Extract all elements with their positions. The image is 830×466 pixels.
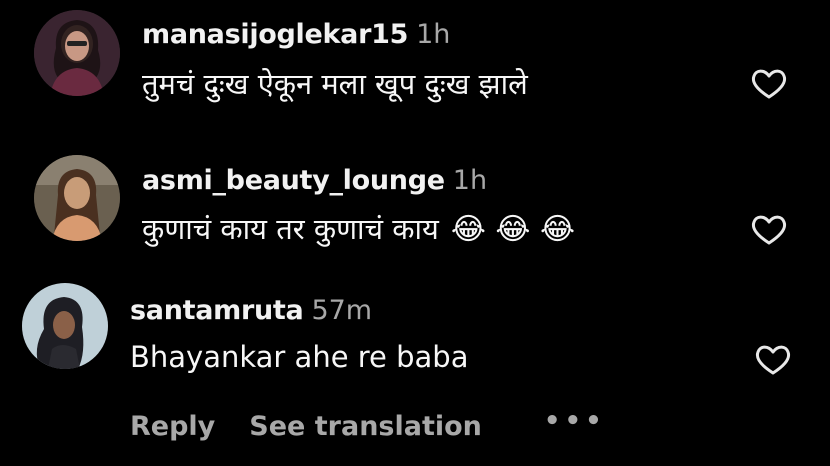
- comment-text-body: तुमचं दुःख ऐकून मला खूप दुःख झाले: [142, 67, 528, 101]
- comment-username[interactable]: santamruta: [130, 295, 304, 326]
- like-button[interactable]: [753, 340, 793, 380]
- comment-username[interactable]: asmi_beauty_lounge: [142, 165, 445, 196]
- profile-picture-icon: [22, 283, 108, 369]
- like-button[interactable]: [749, 210, 789, 250]
- comment-text: कुणाचं काय तर कुणाचं काय 😂 😂 😂: [142, 209, 575, 248]
- comment-text-body: Bhayankar ahe re baba: [130, 340, 469, 374]
- comment-username[interactable]: manasijoglekar15: [142, 19, 408, 50]
- heart-outline-icon: [751, 69, 787, 99]
- comment-text: Bhayankar ahe re baba: [130, 340, 468, 374]
- laughing-emoji-icon: 😂 😂 😂: [450, 212, 576, 247]
- comment-timestamp: 1h: [452, 165, 488, 196]
- comment-actions: Reply See translation •••: [130, 406, 606, 443]
- profile-picture-icon: [34, 10, 120, 96]
- avatar[interactable]: [34, 155, 120, 241]
- profile-picture-icon: [34, 155, 120, 241]
- comment-timestamp: 57m: [311, 295, 373, 326]
- heart-outline-icon: [755, 345, 791, 375]
- avatar[interactable]: [34, 10, 120, 96]
- comment-timestamp: 1h: [416, 19, 451, 50]
- heart-outline-icon: [751, 215, 787, 245]
- comment-text-body: कुणाचं काय तर कुणाचं काय: [142, 212, 439, 246]
- see-translation-button[interactable]: See translation: [249, 411, 482, 442]
- like-button[interactable]: [749, 64, 789, 104]
- more-options-icon[interactable]: •••: [544, 406, 606, 436]
- avatar[interactable]: [22, 283, 108, 369]
- reply-button[interactable]: Reply: [130, 411, 215, 442]
- comment-text: तुमचं दुःख ऐकून मला खूप दुःख झाले: [142, 64, 528, 103]
